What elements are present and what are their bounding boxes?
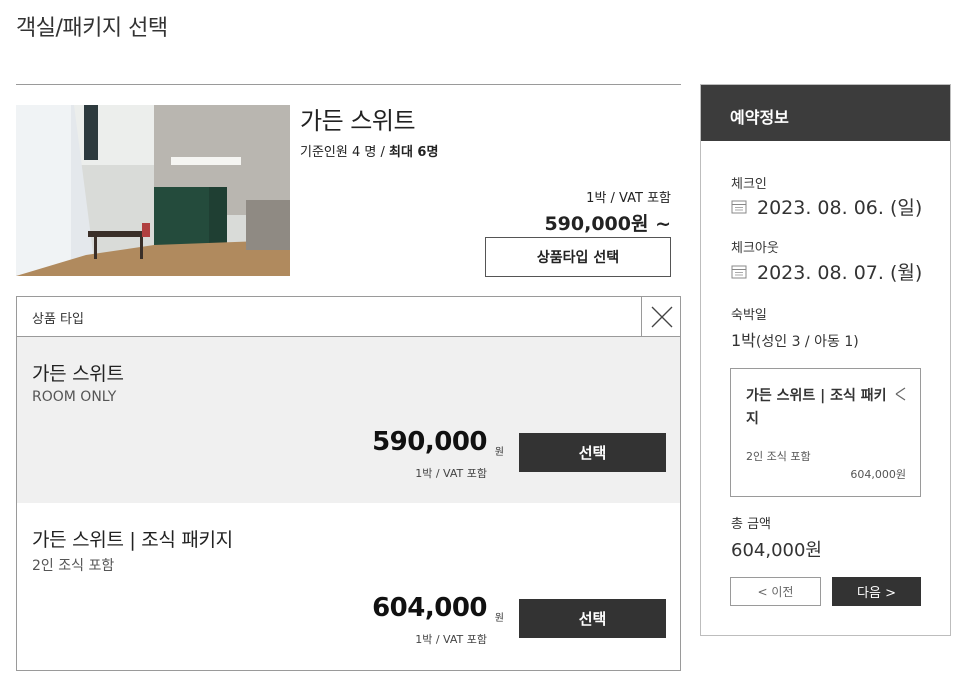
calendar-icon [731, 200, 747, 214]
booking-summary: 예약정보 체크인 2023. 08. 06. (일) 체크아웃 2023. 08… [700, 84, 951, 636]
option-currency: 원 [494, 613, 504, 624]
room-section: 가든 스위트 기준인원 4 명 / 최대 6명 1박 / VAT 포함 590,… [16, 84, 681, 671]
product-type-header-label: 상품 타입 [32, 312, 84, 327]
option-subtitle: 2인 조식 포함 [32, 558, 115, 574]
checkin-date-value: 2023. 08. 06. (일) [757, 197, 923, 219]
room-price: 590,000원 ~ [544, 213, 671, 235]
option-price: 604,000 [372, 593, 487, 623]
option-price: 590,000 [372, 427, 487, 457]
occupancy-base: 기준인원 4 명 / [300, 145, 389, 160]
room-occupancy: 기준인원 4 명 / 최대 6명 [300, 141, 438, 160]
booking-summary-title: 예약정보 [701, 85, 950, 141]
select-button[interactable]: 선택 [519, 599, 666, 638]
total-label: 총 금액 [731, 517, 772, 532]
product-option-breakfast-package[interactable]: 가든 스위트 | 조식 패키지 2인 조식 포함 604,000 원 1박 / … [17, 503, 680, 669]
option-price-note: 1박 / VAT 포함 [415, 633, 487, 646]
product-type-panel: 상품 타입 가든 스위트 ROOM ONLY 590,000 원 1박 / VA… [16, 296, 681, 671]
prev-button[interactable]: < 이전 [730, 577, 821, 606]
selected-item-subtitle: 2인 조식 포함 [746, 450, 811, 463]
select-button[interactable]: 선택 [519, 433, 666, 472]
close-button[interactable] [641, 297, 680, 336]
checkin-label: 체크인 [731, 177, 767, 192]
nights-label: 숙박일 [731, 308, 767, 323]
calendar-icon [731, 265, 747, 279]
option-subtitle: ROOM ONLY [32, 389, 117, 405]
checkin-date: 2023. 08. 06. (일) [731, 193, 922, 220]
close-icon [651, 306, 673, 328]
nights-count: 1박 [731, 331, 756, 350]
selected-item-price: 604,000원 [850, 468, 906, 481]
checkout-date: 2023. 08. 07. (월) [731, 258, 922, 285]
nights-value: 1박(성인 3 / 아동 1) [731, 327, 859, 351]
room-card: 가든 스위트 기준인원 4 명 / 최대 6명 1박 / VAT 포함 590,… [16, 85, 681, 297]
product-option-room-only[interactable]: 가든 스위트 ROOM ONLY 590,000 원 1박 / VAT 포함 선… [17, 337, 680, 503]
selected-item-card: 가든 스위트 | 조식 패키지 2인 조식 포함 604,000원 [730, 368, 921, 497]
remove-icon[interactable] [894, 387, 906, 401]
select-product-type-button[interactable]: 상품타입 선택 [485, 237, 671, 277]
checkout-label: 체크아웃 [731, 241, 779, 256]
room-price-note: 1박 / VAT 포함 [586, 191, 671, 206]
product-type-header: 상품 타입 [17, 297, 680, 337]
guest-count: (성인 3 / 아동 1) [755, 334, 859, 350]
next-button[interactable]: 다음 > [832, 577, 921, 606]
page-title: 객실/패키지 선택 [16, 16, 168, 41]
occupancy-max: 최대 6명 [388, 145, 439, 160]
option-currency: 원 [494, 447, 504, 458]
checkout-date-value: 2023. 08. 07. (월) [757, 262, 923, 284]
total-amount: 604,000원 [731, 540, 822, 561]
room-name: 가든 스위트 [300, 107, 416, 135]
room-photo [16, 105, 290, 276]
option-name: 가든 스위트 [32, 363, 124, 385]
option-price-note: 1박 / VAT 포함 [415, 467, 487, 480]
selected-item-name: 가든 스위트 | 조식 패키지 [746, 388, 887, 427]
option-name: 가든 스위트 | 조식 패키지 [32, 529, 233, 551]
